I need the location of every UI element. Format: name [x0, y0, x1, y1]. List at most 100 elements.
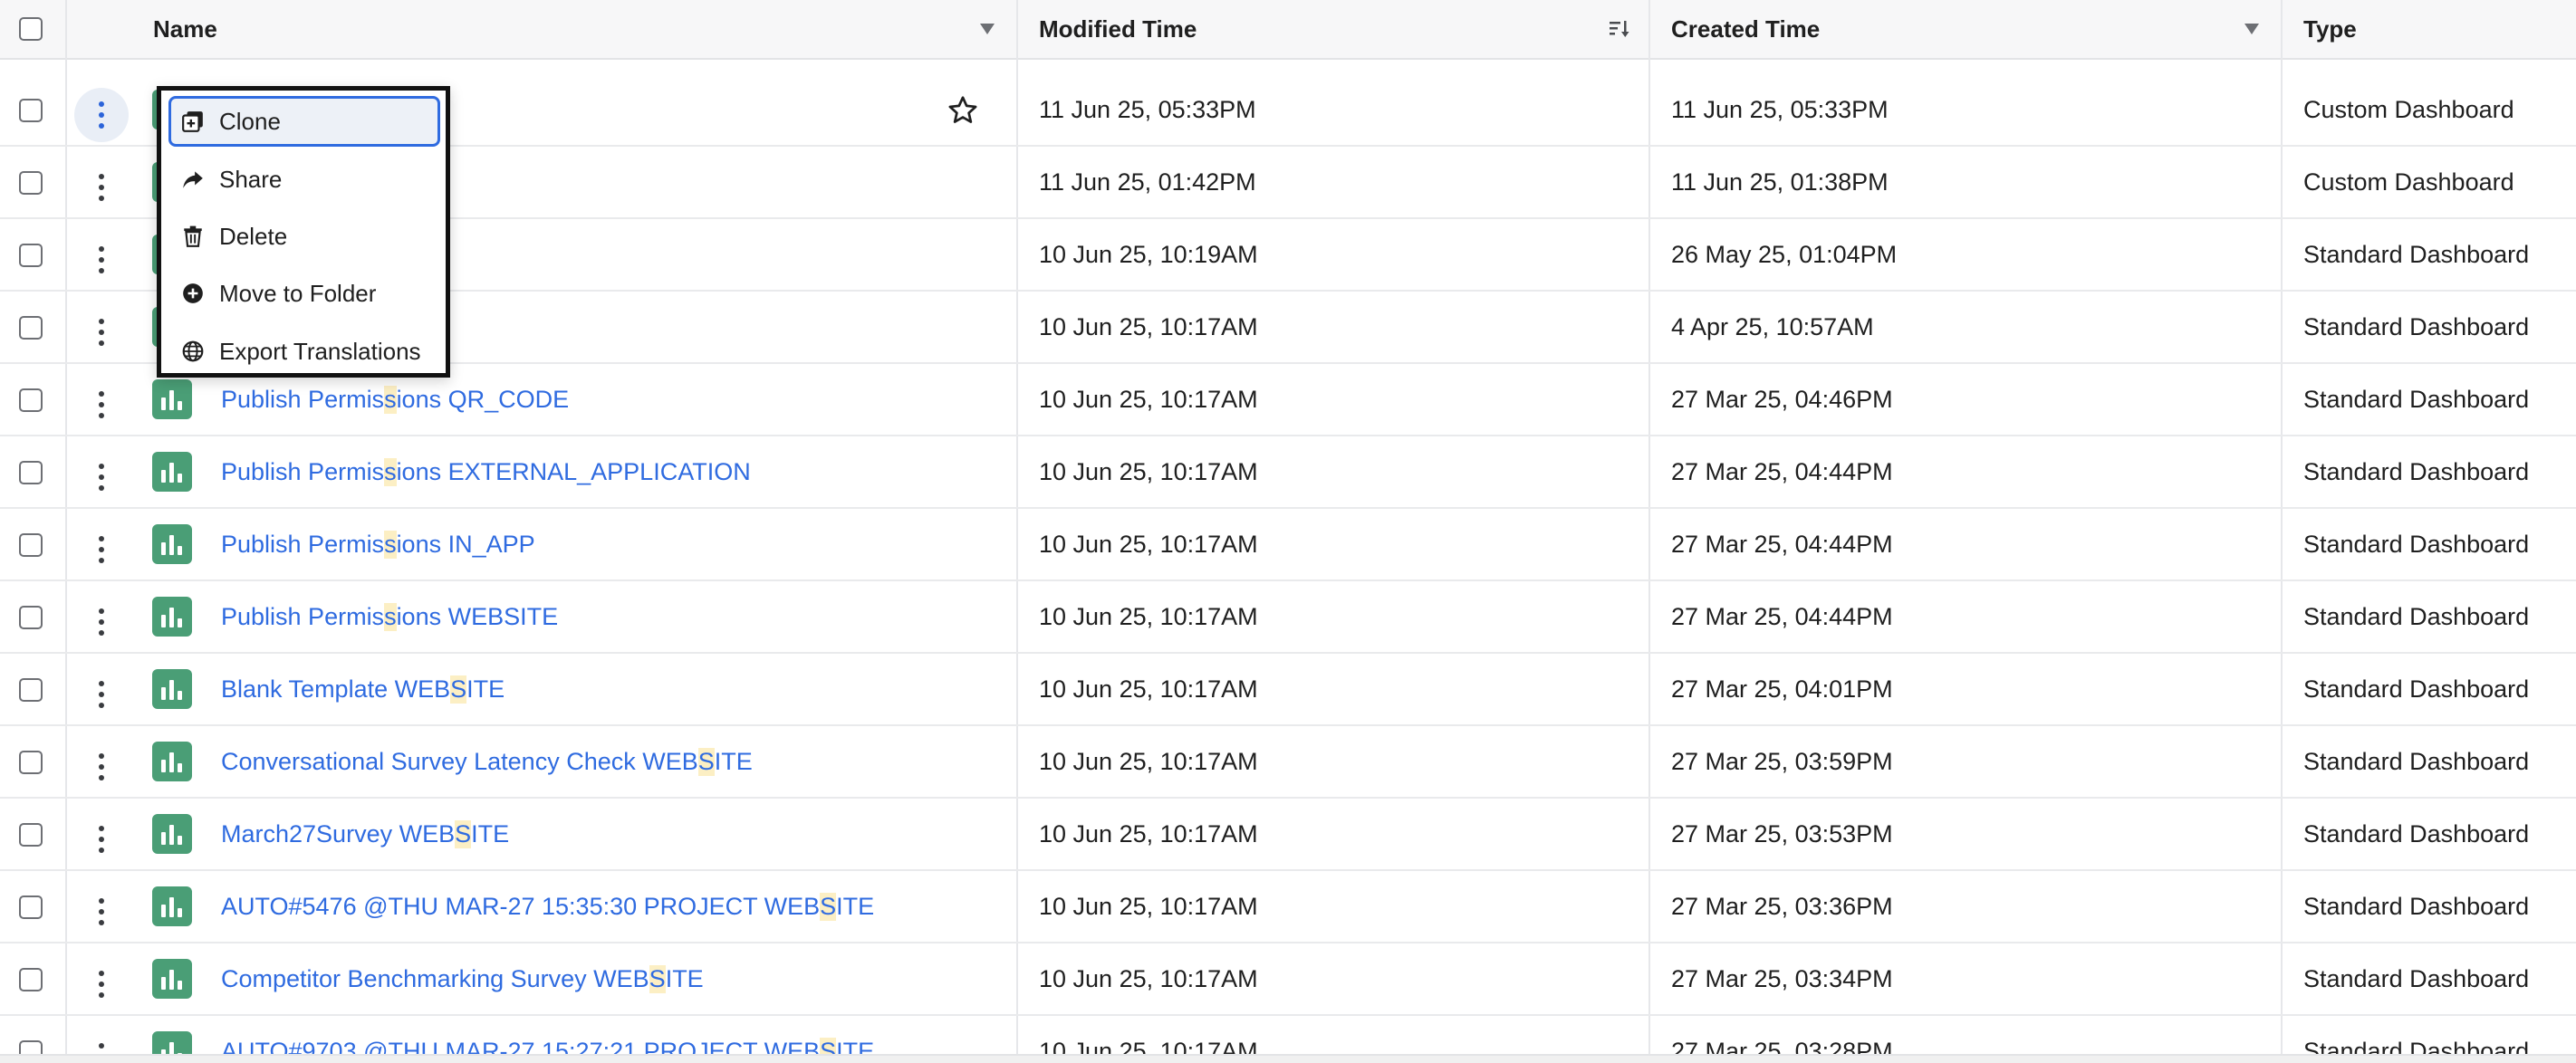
name-text: ITE [665, 964, 704, 992]
star-icon[interactable] [947, 94, 979, 127]
dashboard-name-link[interactable]: Publish Permis s ions EXTERNAL_APPLICATION [221, 436, 751, 507]
column-header-name-label: Name [153, 14, 217, 43]
row-checkbox[interactable] [19, 533, 43, 557]
row-actions-button[interactable] [74, 233, 129, 287]
row-actions-button[interactable] [74, 522, 129, 577]
column-header-created[interactable]: Created Time [1671, 0, 1820, 58]
row-actions-button[interactable] [74, 667, 129, 722]
modified-time: 11 Jun 25, 01:42PM [1039, 168, 1256, 196]
table-row[interactable]: AUTO#5476 @THU MAR-27 15:35:30 PROJECT W… [0, 871, 2576, 943]
row-checkbox[interactable] [19, 823, 43, 847]
menu-item-export-translations[interactable]: Export Translations [168, 326, 440, 377]
row-actions-button[interactable] [74, 595, 129, 649]
row-checkbox[interactable] [19, 895, 43, 919]
row-checkbox[interactable] [19, 751, 43, 774]
row-actions-button[interactable] [74, 957, 129, 1011]
dashboard-type: Standard Dashboard [2303, 675, 2530, 703]
row-checkbox[interactable] [19, 171, 43, 195]
row-actions-button[interactable] [74, 160, 129, 215]
dashboard-icon [152, 597, 192, 637]
modified-time: 10 Jun 25, 10:17AM [1039, 385, 1258, 413]
globe-icon [182, 340, 204, 362]
created-time: 27 Mar 25, 03:34PM [1671, 964, 1893, 992]
row-actions-button[interactable] [74, 88, 129, 142]
name-text: ions IN_APP [396, 530, 535, 558]
dashboard-name-link[interactable]: Competitor Benchmarking Survey WEB S ITE [221, 943, 704, 1014]
menu-item-clone[interactable]: Clone [168, 96, 440, 147]
name-text: ions WEBSITE [396, 602, 559, 630]
sort-descending-icon[interactable] [1609, 18, 1630, 40]
dashboard-type: Standard Dashboard [2303, 530, 2530, 558]
row-context-menu: Clone Share Delete Move to Folder Export… [157, 86, 450, 378]
search-highlight: S [820, 892, 837, 921]
name-text: ITE [836, 1037, 875, 1055]
row-actions-button[interactable] [74, 812, 129, 867]
row-actions-button[interactable] [74, 378, 129, 432]
dashboard-name-link[interactable]: Blank Template WEB S ITE [221, 654, 505, 724]
row-checkbox[interactable] [19, 678, 43, 702]
search-highlight: S [455, 819, 472, 848]
dashboard-name-link[interactable]: Publish Permis s ions WEBSITE [221, 581, 558, 652]
created-time: 27 Mar 25, 04:46PM [1671, 385, 1893, 413]
name-text: Publish Permis [221, 385, 385, 413]
name-text: AUTO#5476 @THU MAR-27 15:35:30 PROJECT W… [221, 892, 821, 920]
table-row[interactable]: March27Survey WEB S ITE 10 Jun 25, 10:17AM… [0, 799, 2576, 871]
table-row[interactable]: Publish Permis s ions EXTERNAL_APPLICATION… [0, 436, 2576, 509]
column-header-type-label: Type [2303, 14, 2357, 43]
created-time: 27 Mar 25, 04:44PM [1671, 457, 1893, 485]
created-time: 26 May 25, 01:04PM [1671, 240, 1898, 268]
name-filter-caret-icon[interactable] [978, 22, 996, 36]
table-row[interactable]: Blank Template WEB S ITE 10 Jun 25, 10:17A… [0, 654, 2576, 726]
menu-item-share[interactable]: Share [168, 154, 440, 205]
created-time: 11 Jun 25, 01:38PM [1671, 168, 1889, 196]
modified-time: 10 Jun 25, 10:17AM [1039, 602, 1258, 630]
row-checkbox[interactable] [19, 99, 43, 122]
column-header-modified[interactable]: Modified Time [1039, 0, 1197, 58]
row-checkbox[interactable] [19, 1040, 43, 1054]
table-row[interactable]: Publish Permis s ions WEBSITE 10 Jun 25, 1… [0, 581, 2576, 654]
search-highlight: S [450, 675, 467, 704]
plus-circle-icon [183, 283, 203, 303]
name-text: Conversational Survey Latency Check WEB [221, 747, 698, 775]
dashboard-name-link[interactable]: Conversational Survey Latency Check WEB S… [221, 726, 753, 797]
table-row[interactable]: Publish Permis s ions IN_APP 10 Jun 25, 10… [0, 509, 2576, 581]
row-actions-button[interactable] [74, 740, 129, 794]
row-actions-button[interactable] [74, 450, 129, 504]
row-checkbox[interactable] [19, 968, 43, 991]
created-time: 27 Mar 25, 03:53PM [1671, 819, 1893, 848]
dashboard-icon [152, 886, 192, 926]
column-header-type[interactable]: Type [2303, 0, 2357, 58]
column-header-created-label: Created Time [1671, 14, 1821, 43]
dashboard-name-link[interactable]: AUTO#5476 @THU MAR-27 15:35:30 PROJECT W… [221, 871, 874, 942]
menu-item-move-to-folder[interactable]: Move to Folder [168, 268, 440, 319]
horizontal-scrollbar[interactable] [0, 1054, 2576, 1063]
dashboard-type: Standard Dashboard [2303, 240, 2530, 268]
name-text: Publish Permis [221, 530, 385, 558]
row-actions-button[interactable] [74, 1029, 129, 1054]
dashboard-type: Standard Dashboard [2303, 312, 2530, 340]
dashboard-name-link[interactable]: March27Survey WEB S ITE [221, 799, 509, 869]
select-all-checkbox[interactable] [19, 17, 43, 41]
menu-item-delete[interactable]: Delete [168, 211, 440, 262]
name-text: ions EXTERNAL_APPLICATION [396, 457, 751, 485]
row-checkbox[interactable] [19, 244, 43, 267]
row-actions-button[interactable] [74, 305, 129, 359]
table-row[interactable]: Competitor Benchmarking Survey WEB S ITE 1… [0, 943, 2576, 1016]
dashboard-type: Standard Dashboard [2303, 457, 2530, 485]
row-checkbox[interactable] [19, 606, 43, 629]
dashboard-icon [152, 814, 192, 854]
row-checkbox[interactable] [19, 316, 43, 340]
dashboard-name-link[interactable]: Publish Permis s ions IN_APP [221, 509, 535, 579]
created-filter-caret-icon[interactable] [2243, 22, 2261, 36]
dashboard-icon [152, 524, 192, 564]
column-header-name[interactable]: Name [153, 0, 217, 58]
row-checkbox[interactable] [19, 388, 43, 412]
search-highlight: S [820, 1037, 837, 1054]
row-actions-button[interactable] [74, 885, 129, 939]
table-row[interactable]: AUTO#9703 @THU MAR-27 15:27:21 PROJECT W… [0, 1016, 2576, 1054]
dashboard-name-link[interactable]: AUTO#9703 @THU MAR-27 15:27:21 PROJECT W… [221, 1016, 874, 1054]
created-time: 27 Mar 25, 03:28PM [1671, 1037, 1893, 1055]
row-checkbox[interactable] [19, 461, 43, 484]
modified-time: 10 Jun 25, 10:17AM [1039, 747, 1258, 775]
table-row[interactable]: Conversational Survey Latency Check WEB S… [0, 726, 2576, 799]
